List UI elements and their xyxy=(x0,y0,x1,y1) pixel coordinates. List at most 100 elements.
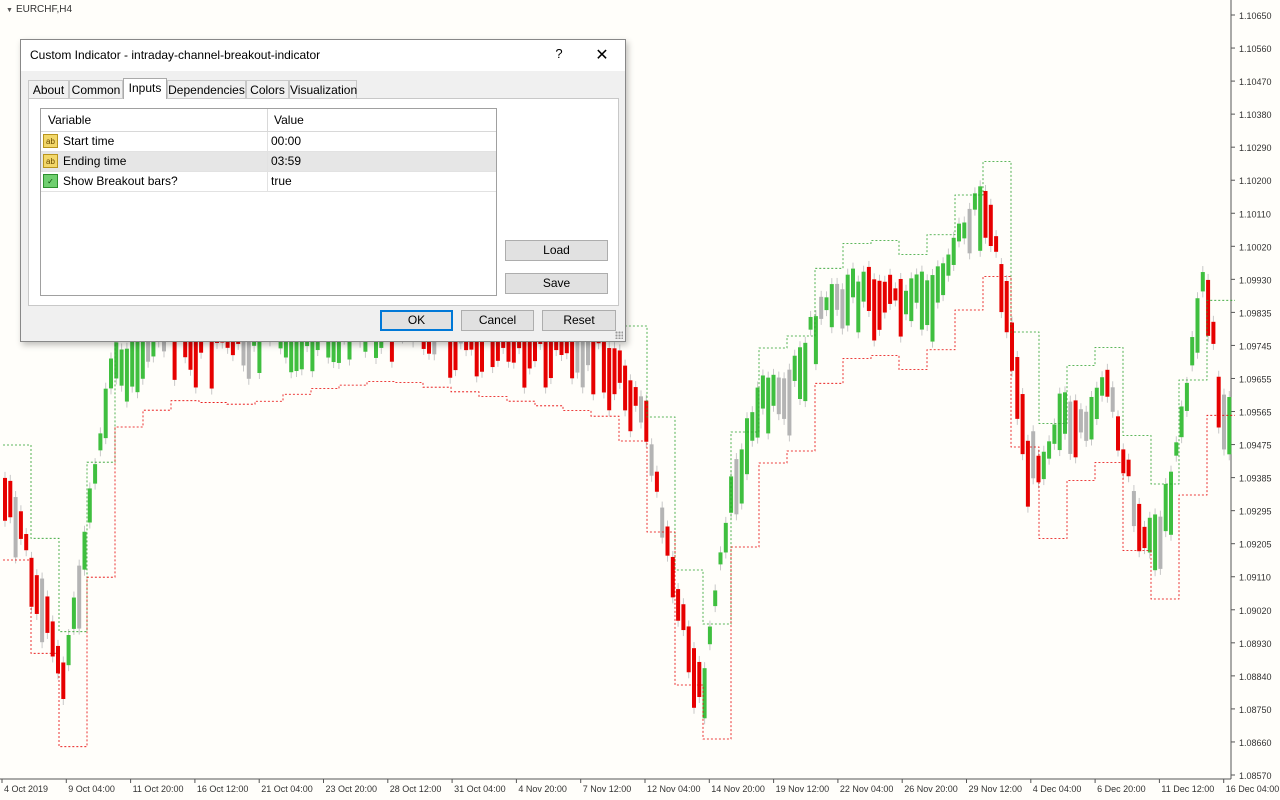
candle xyxy=(692,648,696,708)
tab-common[interactable]: Common xyxy=(69,80,123,98)
time-label: 23 Oct 20:00 xyxy=(326,784,378,794)
channel-lower-line xyxy=(3,276,1235,748)
candle xyxy=(835,283,840,310)
candle xyxy=(914,274,919,303)
candle xyxy=(845,274,850,326)
candle xyxy=(813,316,818,365)
variable-value[interactable]: true xyxy=(271,174,292,188)
time-label: 21 Oct 04:00 xyxy=(261,784,313,794)
time-label: 28 Oct 12:00 xyxy=(390,784,442,794)
help-icon[interactable]: ? xyxy=(551,46,567,64)
candle xyxy=(3,477,7,521)
column-header-value[interactable]: Value xyxy=(274,113,304,127)
column-header-variable[interactable]: Variable xyxy=(48,113,91,127)
string-param-icon: ab xyxy=(43,134,58,148)
candle xyxy=(983,190,988,238)
tab-dependencies[interactable]: Dependencies xyxy=(167,80,246,98)
candle xyxy=(1158,516,1163,569)
candle xyxy=(1190,337,1195,366)
candle xyxy=(861,271,866,302)
input-row-show-breakout-bars[interactable]: ✓ Show Breakout bars? true xyxy=(41,172,496,192)
candle xyxy=(798,347,802,399)
candle xyxy=(628,380,633,432)
candle xyxy=(957,223,961,242)
candle xyxy=(1031,431,1036,479)
time-label: 11 Oct 20:00 xyxy=(133,784,184,794)
candle xyxy=(771,374,776,406)
time-label: 6 Dec 20:00 xyxy=(1097,784,1146,794)
candle xyxy=(633,387,638,406)
price-label: 1.10290 xyxy=(1239,143,1272,153)
time-label: 26 Nov 20:00 xyxy=(904,784,958,794)
inputs-grid: Variable Value ab Start time 00:00 ab En… xyxy=(40,108,497,296)
candle xyxy=(1174,442,1179,456)
price-label: 1.10380 xyxy=(1239,110,1272,120)
reset-button[interactable]: Reset xyxy=(542,310,616,331)
candle xyxy=(766,377,771,434)
dialog-tabs: About Common Inputs Dependencies Colors … xyxy=(28,78,618,99)
candle xyxy=(617,350,622,383)
candle xyxy=(877,280,882,330)
candle xyxy=(1063,392,1067,434)
candle xyxy=(999,264,1004,313)
candle xyxy=(978,186,983,251)
variable-value[interactable]: 00:00 xyxy=(271,134,301,148)
candle xyxy=(866,266,871,311)
candle xyxy=(601,333,606,393)
price-label: 1.08570 xyxy=(1239,771,1272,781)
load-button[interactable]: Load xyxy=(505,240,608,261)
candle xyxy=(1084,411,1089,441)
candle xyxy=(654,471,659,492)
cancel-button[interactable]: Cancel xyxy=(461,310,534,331)
candle xyxy=(967,208,972,254)
candle xyxy=(951,237,956,265)
candle xyxy=(1025,440,1030,507)
candle xyxy=(988,204,993,247)
candle xyxy=(776,377,781,415)
candle xyxy=(1211,321,1216,344)
time-label: 29 Nov 12:00 xyxy=(969,784,1023,794)
candle xyxy=(34,575,39,614)
dialog-title: Custom Indicator - intraday-channel-brea… xyxy=(30,48,321,62)
candle xyxy=(87,488,92,523)
candle xyxy=(1227,397,1232,455)
ok-button[interactable]: OK xyxy=(380,310,453,331)
candle xyxy=(612,348,617,395)
price-label: 1.09295 xyxy=(1239,507,1272,517)
candle xyxy=(98,433,103,451)
candle xyxy=(1052,424,1057,444)
time-label: 4 Oct 2019 xyxy=(4,784,48,794)
time-label: 12 Nov 04:00 xyxy=(647,784,701,794)
close-icon[interactable]: ✕ xyxy=(589,45,615,65)
candle xyxy=(819,296,824,319)
candle xyxy=(1105,369,1110,397)
input-row-start-time[interactable]: ab Start time 00:00 xyxy=(41,132,496,152)
dialog-titlebar[interactable]: Custom Indicator - intraday-channel-brea… xyxy=(21,40,625,71)
price-label: 1.08750 xyxy=(1239,705,1272,715)
candle xyxy=(734,459,739,515)
tab-colors[interactable]: Colors xyxy=(246,80,289,98)
price-label: 1.10020 xyxy=(1239,242,1272,252)
candle xyxy=(1036,455,1041,483)
candle xyxy=(872,279,877,341)
tab-inputs[interactable]: Inputs xyxy=(123,78,167,99)
input-row-ending-time[interactable]: ab Ending time 03:59 xyxy=(41,152,496,172)
candle xyxy=(124,348,129,402)
candle xyxy=(1089,396,1094,440)
variable-value[interactable]: 03:59 xyxy=(271,154,301,168)
cell-divider xyxy=(267,132,268,151)
cell-divider xyxy=(267,172,268,191)
tab-visualization[interactable]: Visualization xyxy=(289,80,357,98)
tab-about[interactable]: About xyxy=(28,80,69,98)
candle xyxy=(8,480,13,518)
candle xyxy=(760,375,765,409)
save-button[interactable]: Save xyxy=(505,273,608,294)
candle xyxy=(904,290,908,315)
candle xyxy=(1078,409,1083,433)
time-label: 7 Nov 12:00 xyxy=(583,784,632,794)
column-divider[interactable] xyxy=(267,109,268,131)
variable-name: Show Breakout bars? xyxy=(63,174,178,188)
time-label: 16 Dec 04:00 xyxy=(1226,784,1280,794)
candle xyxy=(1126,459,1131,477)
resize-grip-icon[interactable] xyxy=(615,331,623,339)
